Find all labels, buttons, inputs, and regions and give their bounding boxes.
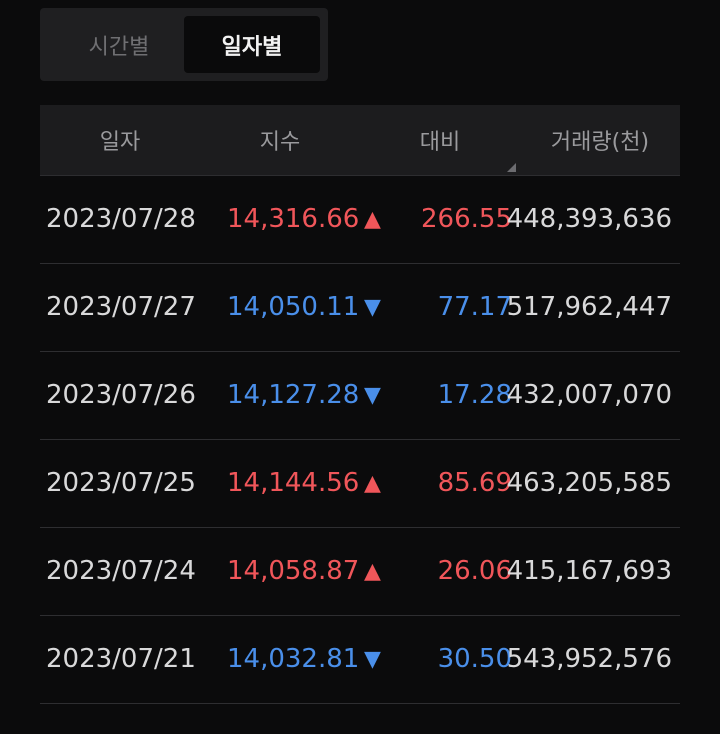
header-index[interactable]: 지수: [200, 124, 360, 156]
row-date: 2023/07/24: [46, 556, 196, 586]
header-diff[interactable]: 대비: [360, 105, 520, 176]
tab-daily[interactable]: 일자별: [184, 16, 320, 73]
table-row[interactable]: 2023/07/21 14,032.81 ▼ 30.50 543,952,576: [40, 616, 680, 704]
period-toggle: 시간별 일자별: [40, 8, 328, 81]
row-volume: 517,962,447: [506, 292, 672, 322]
row-date: 2023/07/27: [46, 292, 196, 322]
sort-corner-icon: [507, 162, 516, 172]
row-date: 2023/07/21: [46, 644, 196, 674]
table-body: 2023/07/28 14,316.66 ▲ 266.55 448,393,63…: [40, 176, 680, 704]
row-date: 2023/07/28: [46, 204, 196, 234]
row-diff: 17.28: [437, 380, 512, 410]
row-index: 14,127.28: [227, 380, 360, 410]
header-volume[interactable]: 거래량(천): [520, 124, 680, 156]
row-index: 14,032.81: [227, 644, 360, 674]
row-volume: 415,167,693: [506, 556, 672, 586]
row-diff: 77.17: [437, 292, 512, 322]
row-volume: 543,952,576: [506, 644, 672, 674]
row-volume: 432,007,070: [506, 380, 672, 410]
down-arrow-icon: ▼: [364, 647, 381, 672]
down-arrow-icon: ▼: [364, 383, 381, 408]
row-index: 14,144.56: [227, 468, 360, 498]
table-header: 일자 지수 대비 거래량(천): [40, 105, 680, 176]
up-arrow-icon: ▲: [364, 559, 381, 584]
table-row[interactable]: 2023/07/27 14,050.11 ▼ 77.17 517,962,447: [40, 264, 680, 352]
table-row[interactable]: 2023/07/26 14,127.28 ▼ 17.28 432,007,070: [40, 352, 680, 440]
row-diff: 30.50: [437, 644, 512, 674]
row-volume: 463,205,585: [506, 468, 672, 498]
row-diff: 26.06: [437, 556, 512, 586]
row-index: 14,058.87: [227, 556, 360, 586]
header-diff-label: 대비: [419, 130, 461, 155]
up-arrow-icon: ▲: [364, 207, 381, 232]
row-index: 14,050.11: [227, 292, 360, 322]
row-volume: 448,393,636: [506, 204, 672, 234]
row-date: 2023/07/26: [46, 380, 196, 410]
up-arrow-icon: ▲: [364, 471, 381, 496]
table-row[interactable]: 2023/07/24 14,058.87 ▲ 26.06 415,167,693: [40, 528, 680, 616]
table-row[interactable]: 2023/07/25 14,144.56 ▲ 85.69 463,205,585: [40, 440, 680, 528]
row-diff: 85.69: [437, 468, 512, 498]
table-row[interactable]: 2023/07/28 14,316.66 ▲ 266.55 448,393,63…: [40, 176, 680, 264]
down-arrow-icon: ▼: [364, 295, 381, 320]
row-index: 14,316.66: [227, 204, 360, 234]
row-diff: 266.55: [421, 204, 512, 234]
row-date: 2023/07/25: [46, 468, 196, 498]
header-date[interactable]: 일자: [40, 124, 200, 156]
tab-hourly[interactable]: 시간별: [54, 16, 184, 73]
